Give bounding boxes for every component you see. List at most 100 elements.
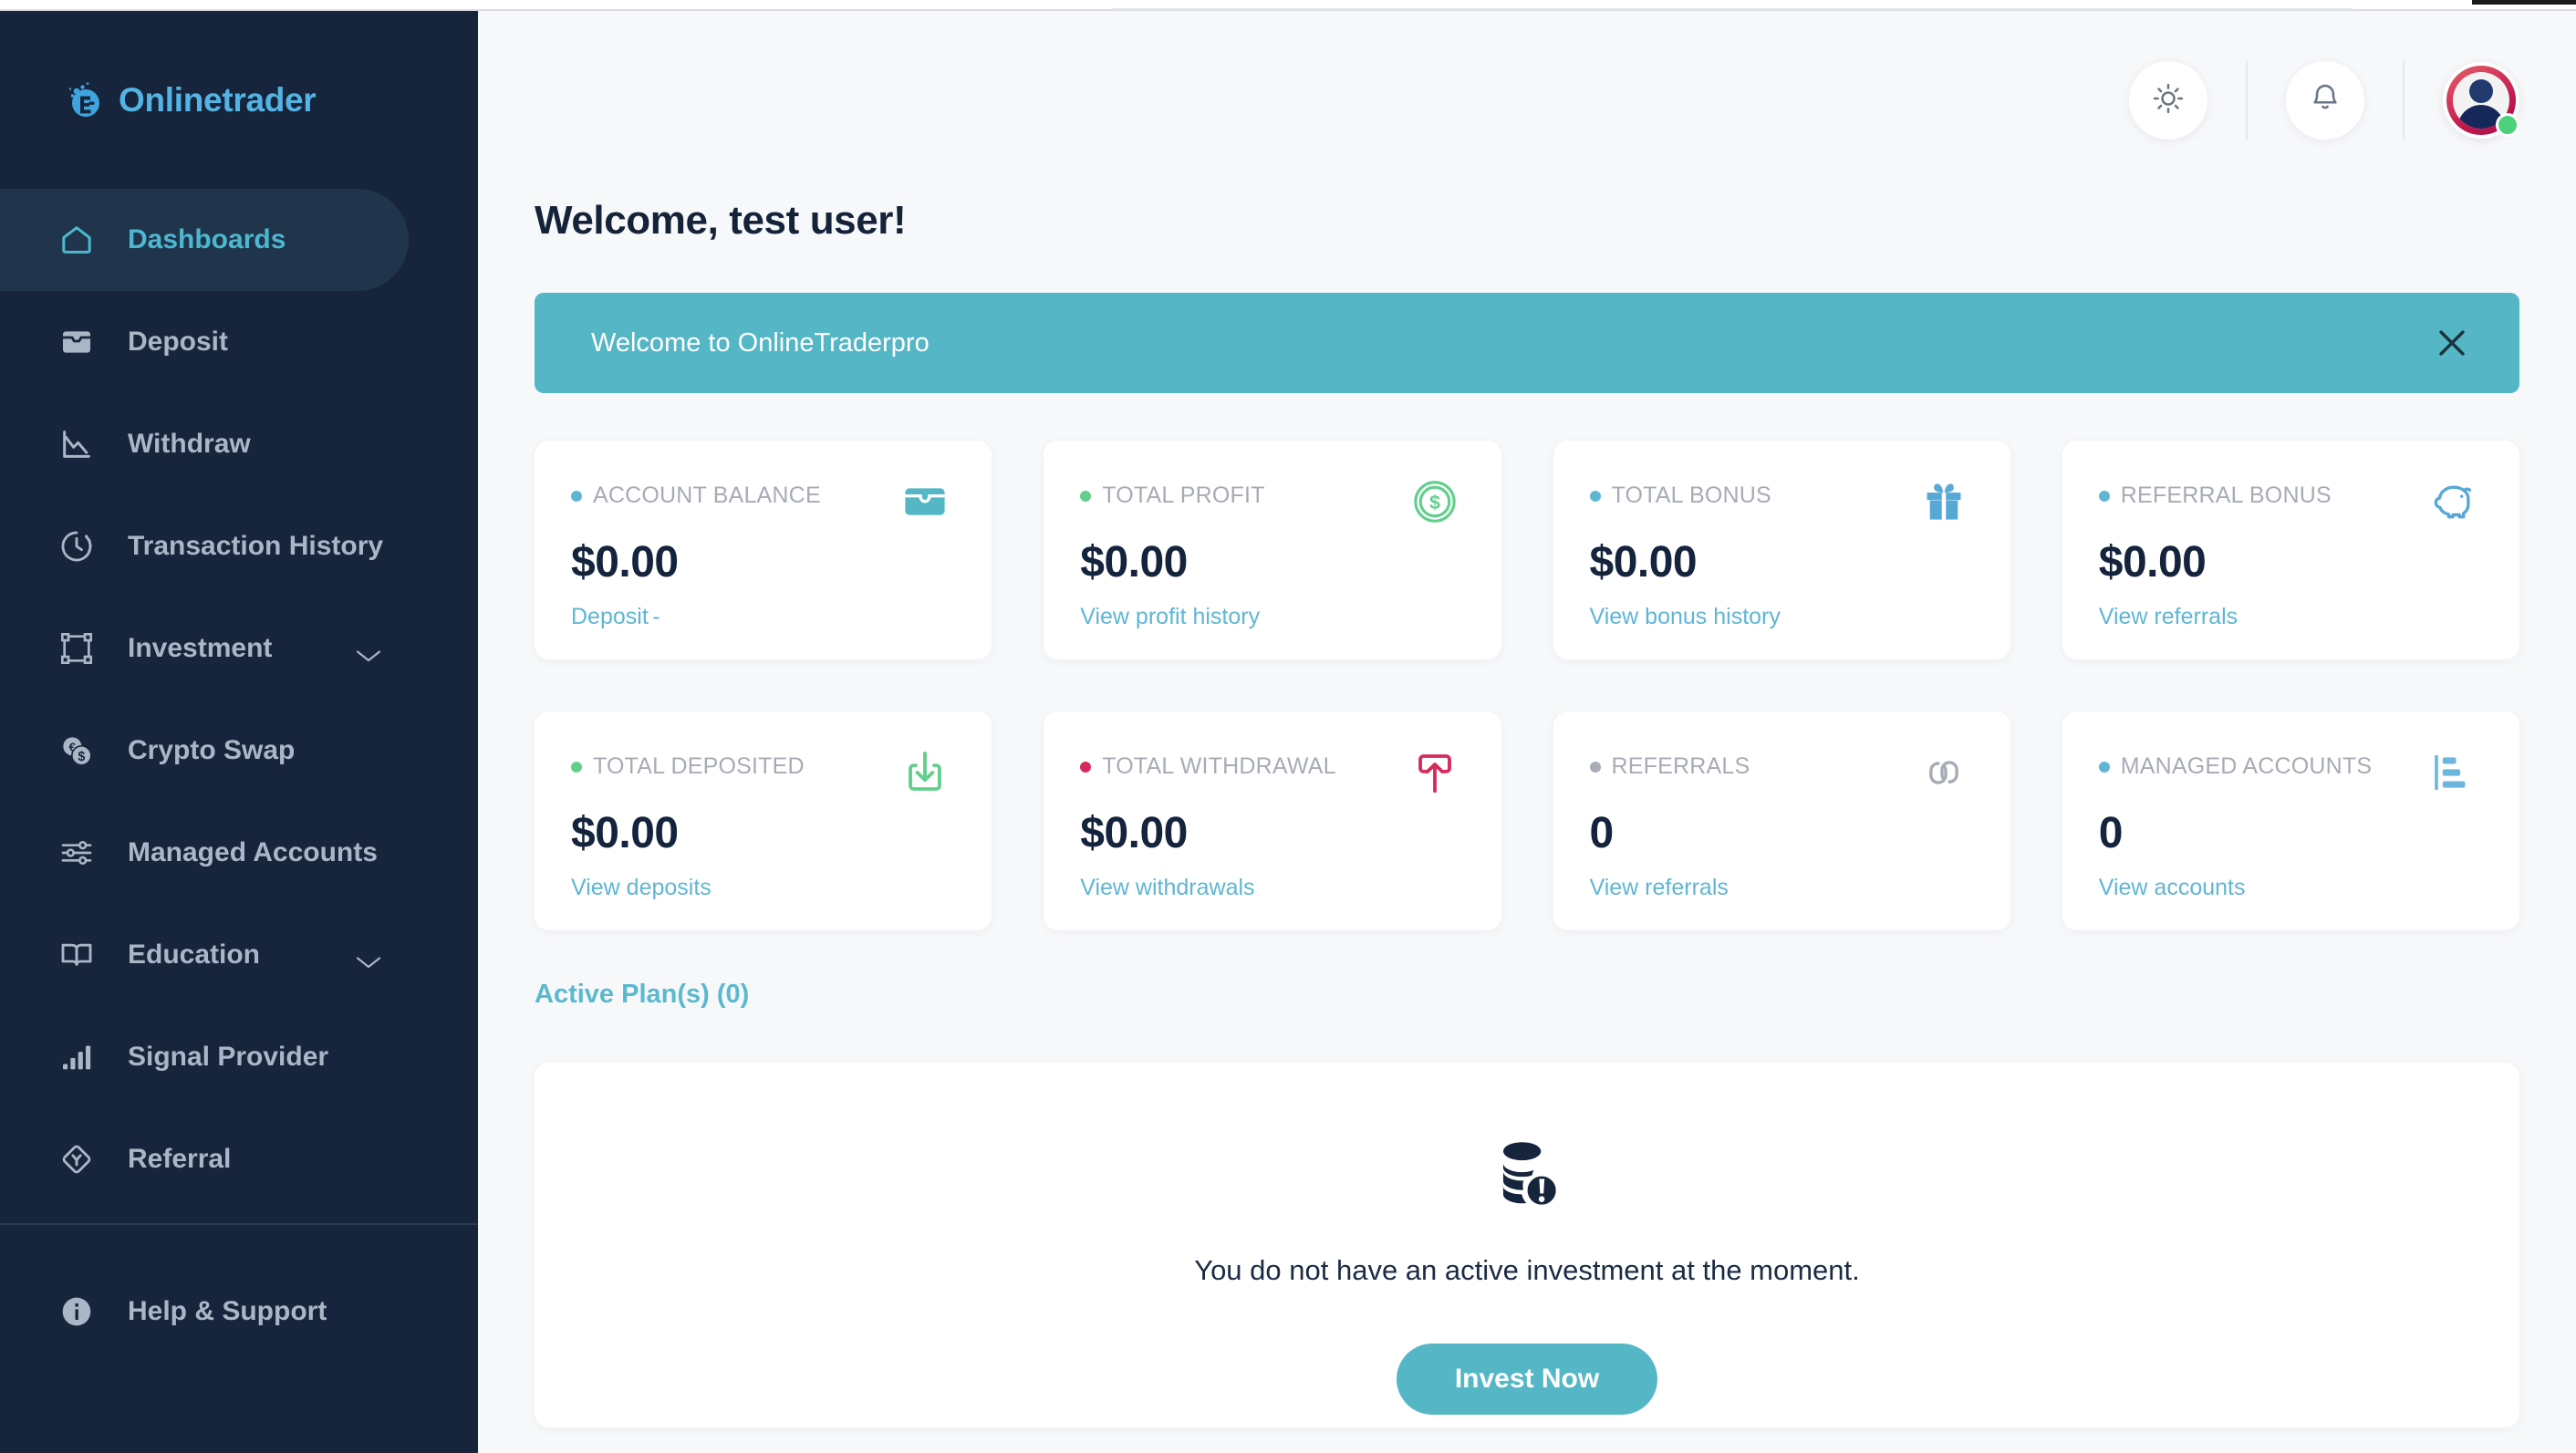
stats-grid: ACCOUNT BALANCE $0.00 Deposit - TOTAL PR… bbox=[535, 441, 2519, 930]
dollar-coin-icon: $ bbox=[1410, 477, 1459, 526]
stat-card-title-wrap: TOTAL BONUS bbox=[1589, 483, 1771, 509]
stat-card-link[interactable]: View referrals bbox=[1590, 875, 1729, 901]
svg-text:$: $ bbox=[1429, 492, 1440, 514]
sidebar-item-label: Managed Accounts bbox=[128, 837, 378, 867]
sidebar-item-label: Deposit bbox=[128, 327, 229, 357]
active-plans-title: Active Plan(s) (0) bbox=[535, 980, 750, 1009]
stat-card-value: 0 bbox=[1589, 809, 1615, 857]
stat-card-link[interactable]: Deposit bbox=[571, 604, 649, 630]
notifications-button[interactable] bbox=[2286, 61, 2364, 140]
sidebar-item-managed-accounts[interactable]: Managed Accounts bbox=[0, 802, 478, 904]
sidebar-item-label: Referral bbox=[128, 1144, 232, 1174]
status-dot bbox=[1589, 761, 1601, 773]
stat-card-title: MANAGED ACCOUNTS bbox=[2120, 753, 2373, 779]
avatar[interactable] bbox=[2443, 62, 2519, 139]
link-chain-icon bbox=[1919, 748, 1968, 797]
status-dot bbox=[1080, 761, 1092, 773]
sidebar-item-label: Crypto Swap bbox=[128, 735, 296, 765]
close-icon[interactable] bbox=[2432, 323, 2472, 363]
wallet-icon bbox=[900, 477, 950, 526]
stat-card-link[interactable]: View bonus history bbox=[1590, 604, 1781, 630]
sidebar-item-referral[interactable]: Referral bbox=[0, 1108, 478, 1210]
welcome-banner-text: Welcome to OnlineTraderpro bbox=[591, 327, 930, 358]
stat-card-link-wrap: View withdrawals bbox=[1080, 858, 1459, 901]
sidebar-item-help-support[interactable]: Help & Support bbox=[0, 1261, 327, 1363]
sidebar-item-investment[interactable]: Investment bbox=[0, 597, 478, 700]
stat-card-title-wrap: ACCOUNT BALANCE bbox=[571, 483, 821, 509]
stat-card-link[interactable]: View referrals bbox=[2099, 604, 2238, 630]
sidebar-item-signal-provider[interactable]: Signal Provider bbox=[0, 1006, 478, 1108]
stat-card-title: REFERRALS bbox=[1611, 753, 1750, 779]
download-icon bbox=[900, 748, 950, 797]
sidebar-item-education[interactable]: Education bbox=[0, 904, 478, 1006]
stat-card-link[interactable]: View profit history bbox=[1080, 604, 1260, 630]
topbar bbox=[478, 11, 2576, 207]
upload-icon bbox=[1410, 748, 1459, 797]
stat-card-title: ACCOUNT BALANCE bbox=[593, 483, 821, 508]
stat-card-link[interactable]: View withdrawals bbox=[1080, 875, 1254, 901]
sidebar-item-deposit[interactable]: Deposit bbox=[0, 291, 478, 393]
stat-card-title-wrap: TOTAL WITHDRAWAL bbox=[1080, 753, 1336, 780]
avatar-head bbox=[2469, 79, 2493, 103]
info-circle-icon bbox=[58, 1293, 95, 1330]
onlinetrader-logo-icon bbox=[64, 79, 106, 121]
stat-card-link-wrap: View accounts bbox=[2099, 858, 2477, 901]
stat-card-link-suffix: - bbox=[652, 604, 660, 629]
invest-now-button[interactable]: Invest Now bbox=[1396, 1344, 1658, 1415]
status-dot bbox=[1080, 490, 1092, 502]
stat-card-title-wrap: TOTAL DEPOSITED bbox=[571, 753, 805, 780]
brand-name: Onlinetrader bbox=[119, 80, 317, 119]
stat-card-title-wrap: REFERRALS bbox=[1589, 753, 1750, 780]
sidebar-item-transaction-history[interactable]: Transaction History bbox=[0, 495, 478, 597]
bar-chart-icon bbox=[58, 1039, 95, 1075]
chevron-down-icon[interactable] bbox=[355, 640, 382, 662]
sidebar-item-withdraw[interactable]: Withdraw bbox=[0, 393, 478, 495]
stat-card-title: TOTAL WITHDRAWAL bbox=[1102, 753, 1336, 779]
topbar-divider bbox=[2403, 61, 2405, 140]
stat-card-title-wrap: TOTAL PROFIT bbox=[1080, 483, 1264, 509]
theme-toggle-button[interactable] bbox=[2129, 61, 2207, 140]
topbar-divider bbox=[2246, 61, 2248, 140]
stat-card-title: REFERRAL BONUS bbox=[2120, 483, 2332, 508]
status-dot bbox=[2098, 490, 2110, 502]
topbar-actions bbox=[2129, 61, 2519, 140]
stat-card-link[interactable]: View accounts bbox=[2099, 875, 2246, 901]
stat-card-value: $0.00 bbox=[571, 809, 679, 857]
stat-card-total-withdrawal: TOTAL WITHDRAWAL $0.00 View withdrawals bbox=[1044, 711, 1501, 930]
stat-card-account-balance: ACCOUNT BALANCE $0.00 Deposit - bbox=[535, 441, 992, 659]
stat-card-link[interactable]: View deposits bbox=[571, 875, 712, 901]
stat-card-title-wrap: REFERRAL BONUS bbox=[2098, 483, 2332, 509]
status-badge bbox=[2496, 113, 2519, 137]
stat-card-link-wrap: View bonus history bbox=[1590, 587, 1968, 630]
sun-icon bbox=[2151, 81, 2186, 120]
browser-chrome-strip bbox=[0, 0, 2576, 11]
status-dot bbox=[1589, 490, 1601, 502]
sidebar-item-crypto-swap[interactable]: € $ Crypto Swap bbox=[0, 700, 478, 802]
coins-swap-icon: € $ bbox=[58, 732, 95, 769]
stat-card-managed-accounts: MANAGED ACCOUNTS 0 View accounts bbox=[2062, 711, 2519, 930]
brand-logo[interactable]: Onlinetrader bbox=[0, 11, 478, 189]
stat-card-link-wrap: View deposits bbox=[571, 858, 950, 901]
sidebar-item-label: Education bbox=[128, 939, 261, 970]
stat-card-value: 0 bbox=[2098, 809, 2124, 857]
stat-card-value: $0.00 bbox=[1080, 809, 1188, 857]
browser-corner-bit bbox=[2472, 0, 2576, 5]
empty-investment-card: You do not have an active investment at … bbox=[535, 1063, 2519, 1427]
status-dot bbox=[2098, 761, 2110, 773]
chevron-down-icon[interactable] bbox=[355, 947, 382, 969]
bell-icon bbox=[2308, 81, 2342, 120]
svg-text:$: $ bbox=[78, 750, 85, 764]
main-content: Welcome, test user! Welcome to OnlineTra… bbox=[478, 11, 2576, 1453]
coins-alert-icon bbox=[1485, 1134, 1569, 1218]
piggy-bank-icon bbox=[2428, 477, 2477, 526]
line-chart-down-icon bbox=[58, 426, 95, 462]
sidebar-item-dashboards[interactable]: Dashboards bbox=[0, 189, 409, 291]
stat-card-total-deposited: TOTAL DEPOSITED $0.00 View deposits bbox=[535, 711, 992, 930]
stat-card-title-wrap: MANAGED ACCOUNTS bbox=[2098, 753, 2373, 780]
sidebar-nav: Dashboards Deposit Withdraw Transaction … bbox=[0, 189, 478, 1453]
stat-card-referrals: REFERRALS 0 View referrals bbox=[1553, 711, 2010, 930]
stat-card-value: $0.00 bbox=[2098, 538, 2207, 586]
welcome-banner: Welcome to OnlineTraderpro bbox=[535, 293, 2519, 393]
stat-card-value: $0.00 bbox=[1080, 538, 1188, 586]
status-dot bbox=[571, 761, 582, 773]
